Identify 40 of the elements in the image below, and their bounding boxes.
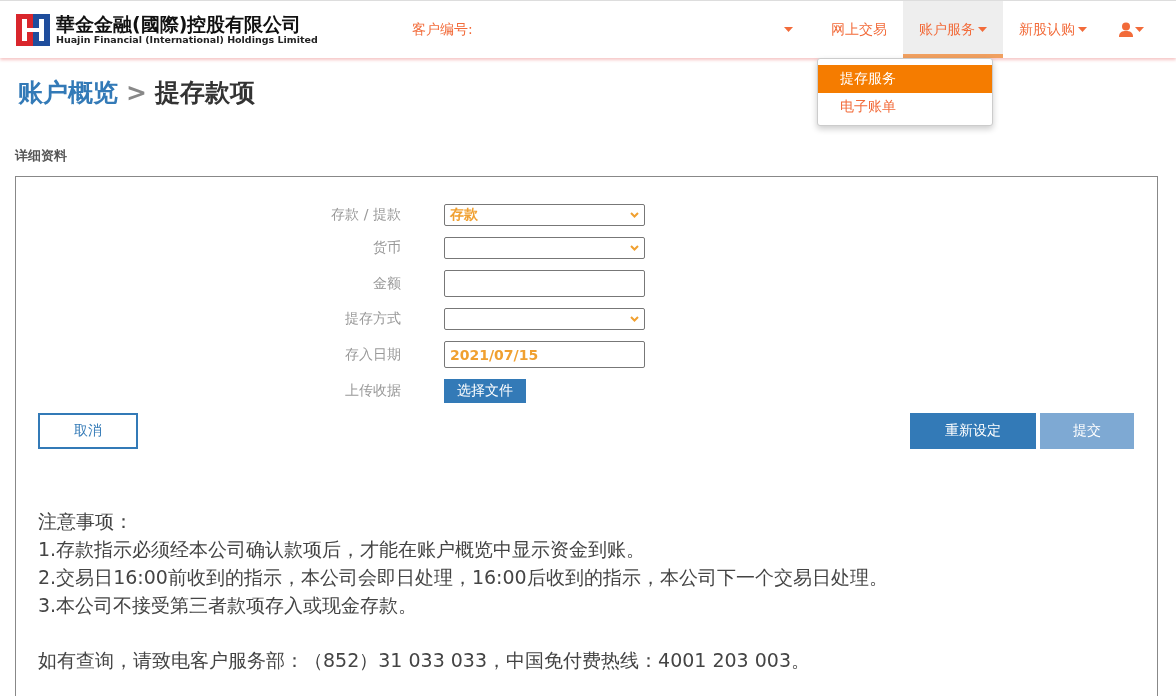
breadcrumb-separator: > (126, 78, 147, 107)
company-name: 華金金融(國際)控股有限公司 (56, 14, 303, 34)
note-line: 1.存款指示必须经本公司确认款项后，才能在账户概览中显示资金到账。 (38, 537, 647, 562)
caret-icon (1078, 27, 1087, 32)
input-field[interactable]: 2021/07/15 (444, 341, 645, 368)
section-title: 详细资料 (15, 147, 68, 165)
menu-item[interactable]: 电子账单 (818, 93, 992, 121)
note-line: 3.本公司不接受第三者款项存入或现金存款。 (38, 593, 419, 618)
field-label: 上传收据 (345, 382, 401, 400)
breadcrumb-link[interactable]: 账户概览 (18, 76, 118, 109)
customer-number-label: 客户编号: (412, 20, 473, 37)
chevron-down-icon (630, 212, 639, 218)
select-field[interactable] (444, 308, 645, 330)
select-field[interactable]: 存款 (444, 204, 645, 226)
nav-tab[interactable]: 账户服务 (903, 1, 1003, 58)
logo-icon (16, 13, 50, 46)
chevron-down-icon (630, 245, 639, 251)
field-label: 货币 (373, 239, 401, 257)
choose-file-button[interactable]: 选择文件 (444, 379, 526, 403)
select-field[interactable] (444, 237, 645, 259)
nav-tab[interactable]: 网上交易 (815, 1, 903, 58)
nav-tab[interactable]: 新股认购 (1003, 1, 1103, 58)
chevron-down-icon (630, 316, 639, 322)
company-name-english: Huajin Financial (International) Holdings Limited (56, 34, 318, 45)
caret-icon (978, 27, 987, 32)
caret-icon (784, 27, 793, 32)
field-label: 存款 / 提款 (331, 206, 401, 224)
field-label: 提存方式 (345, 310, 401, 328)
user-icon (1119, 22, 1133, 37)
menu-item[interactable]: 提存服务 (818, 65, 992, 93)
cancel-button[interactable]: 取消 (38, 413, 138, 449)
note-line: 2.交易日16:00前收到的指示，本公司会即日处理，16:00后收到的指示，本公司下一个交易日处理。 (38, 565, 889, 590)
page-title: 提存款项 (154, 77, 255, 109)
caret-icon (1135, 27, 1144, 32)
field-label: 金额 (373, 274, 401, 293)
input-field[interactable] (444, 270, 645, 297)
field-label: 存入日期 (345, 345, 401, 364)
notes-title: 注意事项： (38, 509, 134, 534)
form-button[interactable]: 重新设定 (910, 413, 1036, 449)
contact-info: 如有查询，请致电客户服务部：（852）31 033 033，中国免付费热线：4001 203 003。 (38, 648, 811, 673)
